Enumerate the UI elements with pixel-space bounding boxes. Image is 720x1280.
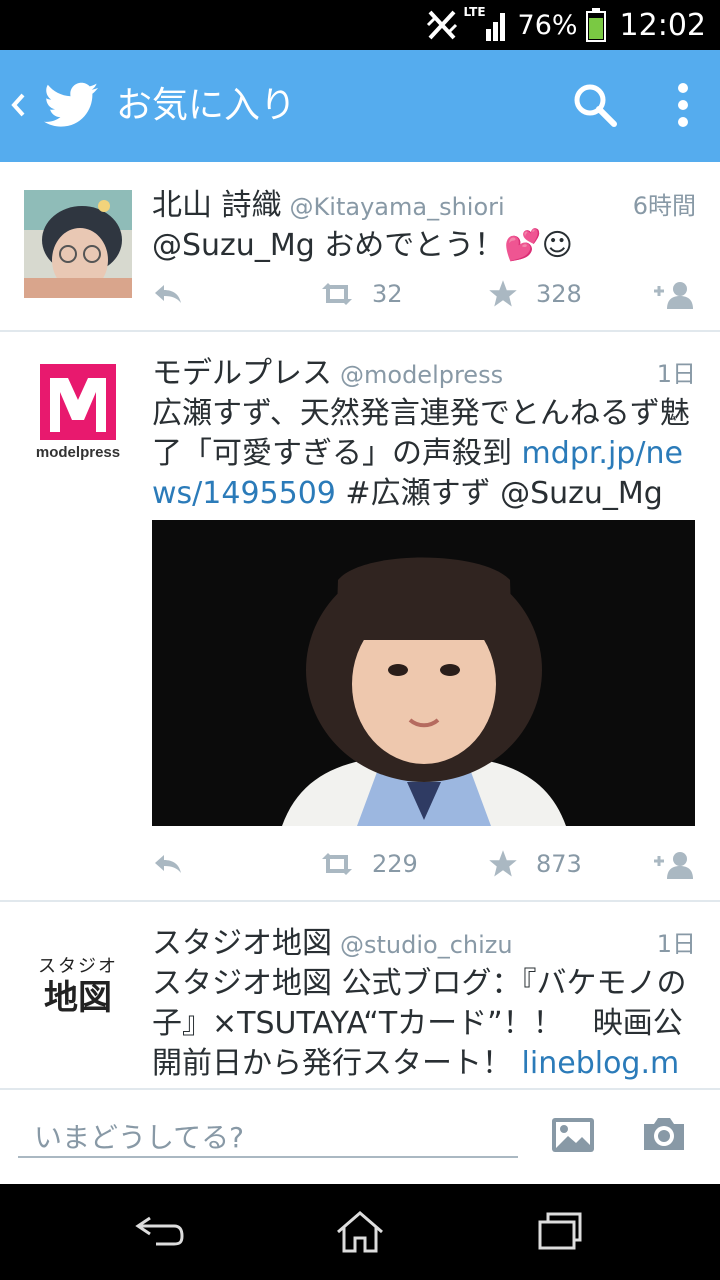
tweet[interactable]: 北山 詩織 @Kitayama_shiori 6時間 @Suzu_Mg おめでとう… <box>0 162 720 330</box>
signal-icon: LTE <box>464 5 508 41</box>
network-type: LTE <box>463 5 486 19</box>
retweet-count: 229 <box>372 850 418 878</box>
tweet-time: 6時間 <box>632 192 696 220</box>
overflow-menu-icon[interactable] <box>676 80 690 134</box>
twitter-bird-icon[interactable] <box>44 80 98 134</box>
recents-icon[interactable] <box>536 1210 584 1254</box>
retweet-icon <box>322 283 352 305</box>
tweet-text-segment: @Suzu_Mg おめでとう！💕☺ <box>152 228 573 263</box>
tweet-actions: 32 328 <box>152 274 698 314</box>
avatar[interactable]: スタジオ 地図 <box>24 930 132 1038</box>
tweet-author-name[interactable]: 北山 詩織 <box>152 188 282 223</box>
tweet-photo[interactable] <box>152 520 695 826</box>
battery-percent: 76% <box>517 9 578 41</box>
avatar-label: modelpress <box>36 444 120 461</box>
reply-icon[interactable] <box>152 274 184 314</box>
star-icon <box>489 280 517 307</box>
app-bar: お気に入り <box>0 50 720 162</box>
compose-input[interactable]: いまどうしてる? <box>18 1118 518 1158</box>
back-chevron-icon[interactable] <box>8 80 28 134</box>
tweet-text: 広瀬すず、天然発言連発でとんねるず魅了「可愛すぎる」の声殺到 mdpr.jp/n… <box>152 394 702 514</box>
tweet-actions: 229 873 <box>152 844 698 884</box>
favorite-button[interactable]: 873 <box>488 844 582 884</box>
tweet-text: スタジオ地図 公式ブログ：『バケモノの子』×TSUTAYA“Tカード”！！ 映画… <box>152 964 702 1088</box>
favorite-count: 328 <box>536 280 582 308</box>
follow-icon[interactable] <box>652 844 696 884</box>
camera-icon[interactable] <box>640 1114 688 1158</box>
retweet-button[interactable]: 229 <box>318 844 418 884</box>
follow-icon[interactable] <box>652 274 696 314</box>
image-icon[interactable] <box>550 1116 596 1158</box>
tweet-time: 1日 <box>656 360 696 388</box>
star-icon <box>489 850 517 877</box>
system-nav-bar <box>0 1184 720 1280</box>
tweet-author-name[interactable]: モデルプレス <box>152 356 332 391</box>
retweet-icon <box>322 853 352 875</box>
tweet-time: 1日 <box>656 930 696 958</box>
tweet[interactable]: modelpress モデルプレス @modelpress 1日 広瀬すず、天然発… <box>0 332 720 900</box>
reply-icon[interactable] <box>152 844 184 884</box>
avatar[interactable]: modelpress <box>24 360 132 468</box>
tweet-feed[interactable]: 北山 詩織 @Kitayama_shiori 6時間 @Suzu_Mg おめでとう… <box>0 162 720 1088</box>
tweet-text: @Suzu_Mg おめでとう！💕☺ <box>152 226 702 266</box>
no-sim-icon <box>424 8 460 42</box>
avatar-label-big: 地図 <box>44 978 112 1018</box>
clock: 12:02 <box>619 7 706 43</box>
tweet-composer: いまどうしてる? <box>0 1088 720 1184</box>
tweet-author-name[interactable]: スタジオ地図 <box>152 926 332 961</box>
retweet-button[interactable]: 32 <box>318 274 403 314</box>
favorite-button[interactable]: 328 <box>488 274 582 314</box>
tweet-text-segment: #広瀬すず @Suzu_Mg <box>335 476 663 511</box>
retweet-count: 32 <box>372 280 403 308</box>
avatar-label-small: スタジオ <box>38 956 118 977</box>
tweet[interactable]: スタジオ 地図 スタジオ地図 @studio_chizu 1日 スタジオ地図 公式… <box>0 902 720 1088</box>
home-icon[interactable] <box>334 1210 386 1258</box>
tweet-author-handle[interactable]: @Kitayama_shiori <box>290 193 505 221</box>
tweet-author-handle[interactable]: @studio_chizu <box>340 931 513 959</box>
favorite-count: 873 <box>536 850 582 878</box>
page-title: お気に入り <box>116 85 297 126</box>
avatar[interactable] <box>24 190 132 298</box>
battery-icon <box>585 8 606 42</box>
search-icon[interactable] <box>572 82 618 132</box>
status-bar: LTE 76% 12:02 <box>0 0 720 50</box>
tweet-author-handle[interactable]: @modelpress <box>340 361 503 389</box>
back-icon[interactable] <box>134 1210 186 1254</box>
